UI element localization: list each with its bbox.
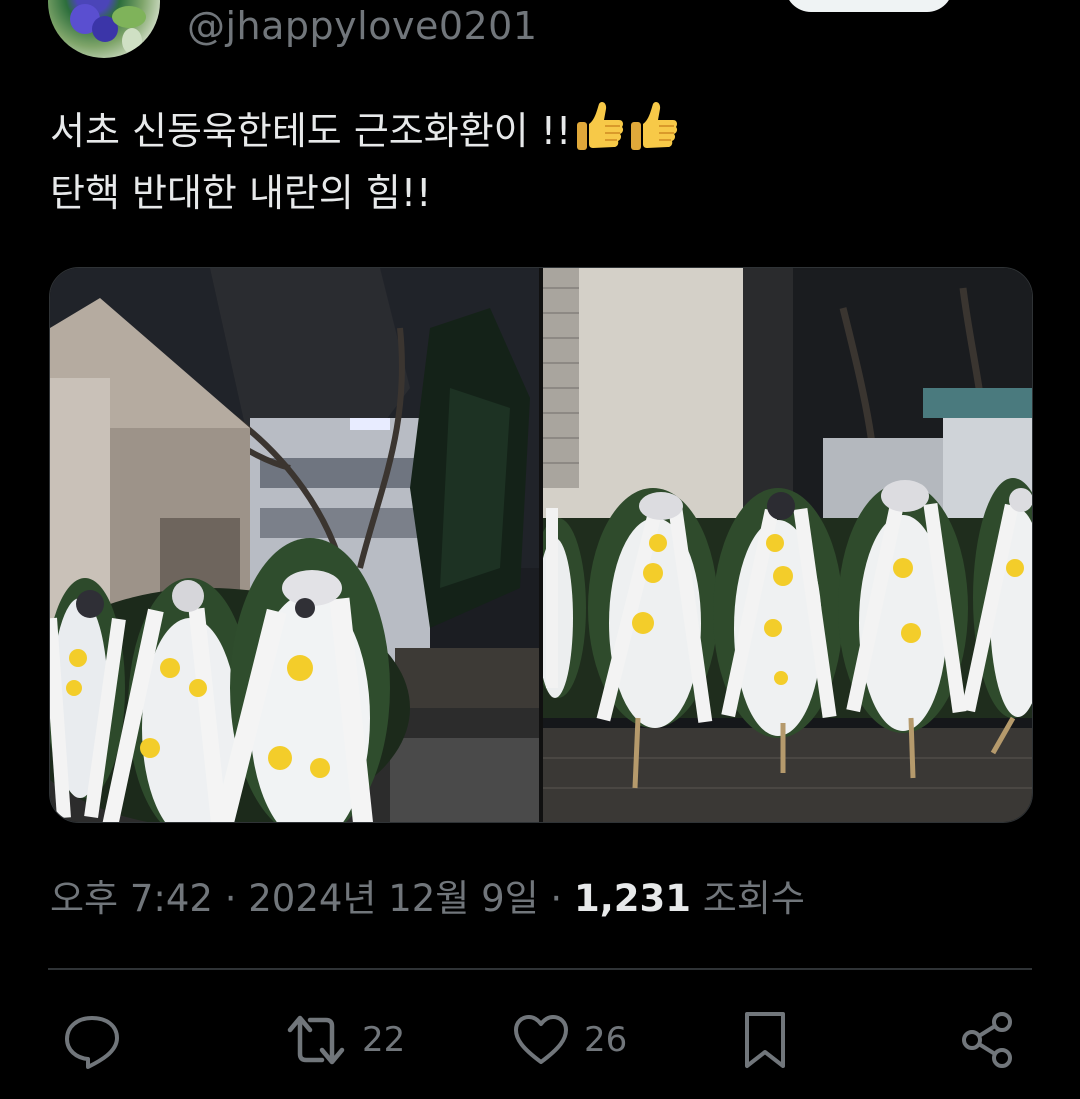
- reply-button[interactable]: [62, 1005, 122, 1075]
- wreaths-right-photo[interactable]: [543, 268, 1032, 822]
- retweet-button[interactable]: 22: [284, 1005, 405, 1075]
- follow-button[interactable]: [785, 0, 953, 12]
- tweet-text: 서초 신동욱한테도 근조화환이 !! 탄핵 반대한 내란의 힘!!: [50, 100, 1030, 224]
- reply-icon: [62, 1010, 122, 1070]
- wreaths-left-photo[interactable]: [50, 268, 539, 822]
- media-grid: [49, 267, 1033, 823]
- share-icon: [960, 1010, 1016, 1070]
- share-button[interactable]: [960, 1005, 1016, 1075]
- like-button[interactable]: 26: [512, 1005, 627, 1075]
- tweet-text-line-1: 서초 신동욱한테도 근조화환이 !!: [50, 100, 1030, 162]
- views-label[interactable]: 조회수: [691, 877, 805, 920]
- tweet-line-2: 탄핵 반대한 내란의 힘!!: [50, 171, 432, 215]
- tweet-detail: @jhappylove0201 서초 신동욱한테도 근조화환이 !! 탄핵 반대…: [0, 0, 1080, 1099]
- thumbs-up-icon: [575, 100, 625, 154]
- tweet-line-1: 서초 신동욱한테도 근조화환이 !!: [50, 109, 572, 153]
- bookmark-icon: [742, 1010, 788, 1070]
- meta-separator: ·: [538, 877, 574, 920]
- divider: [48, 968, 1032, 970]
- heart-icon: [512, 1012, 570, 1068]
- bookmark-button[interactable]: [742, 1005, 788, 1075]
- user-handle[interactable]: @jhappylove0201: [187, 4, 538, 48]
- tweet-date[interactable]: 2024년 12월 9일: [248, 877, 538, 920]
- meta-separator: ·: [212, 877, 249, 920]
- like-count: 26: [584, 1020, 628, 1060]
- tweet-meta: 오후 7:42 · 2024년 12월 9일 · 1,231 조회수: [50, 868, 805, 922]
- views-count[interactable]: 1,231: [574, 877, 691, 920]
- action-bar: 22 26: [0, 1005, 1080, 1075]
- tweet-time[interactable]: 오후 7:42: [50, 877, 213, 920]
- retweet-count: 22: [362, 1020, 406, 1060]
- avatar[interactable]: [48, 0, 160, 58]
- thumbs-up-icon: [629, 100, 679, 154]
- retweet-icon: [284, 1010, 348, 1070]
